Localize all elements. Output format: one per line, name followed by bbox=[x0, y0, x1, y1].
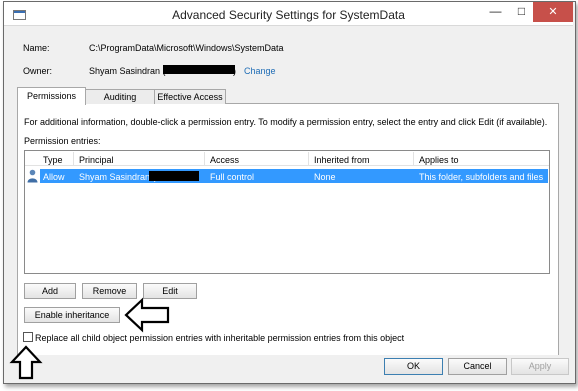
cancel-button[interactable]: Cancel bbox=[448, 358, 507, 375]
column-divider[interactable] bbox=[73, 152, 74, 165]
row-inherited-from: None bbox=[314, 172, 336, 182]
row-type: Allow bbox=[43, 172, 65, 182]
tab-effective-access[interactable]: Effective Access bbox=[154, 89, 226, 104]
column-inherited-from[interactable]: Inherited from bbox=[314, 155, 370, 165]
row-principal: Shyam Sasindran ( bbox=[79, 172, 156, 182]
close-button[interactable]: ✕ bbox=[533, 2, 573, 22]
name-value: C:\ProgramData\Microsoft\Windows\SystemD… bbox=[89, 43, 284, 53]
column-principal[interactable]: Principal bbox=[79, 155, 114, 165]
column-divider[interactable] bbox=[204, 152, 205, 165]
tab-permissions[interactable]: Permissions bbox=[17, 87, 86, 105]
user-icon bbox=[27, 169, 38, 183]
row-applies-to: This folder, subfolders and files bbox=[419, 172, 544, 182]
restore-button[interactable]: □ bbox=[508, 2, 535, 22]
add-button[interactable]: Add bbox=[24, 283, 76, 299]
enable-inheritance-button[interactable]: Enable inheritance bbox=[24, 307, 120, 323]
ok-button[interactable]: OK bbox=[384, 358, 443, 375]
replace-child-permissions-label[interactable]: Replace all child object permission entr… bbox=[35, 333, 404, 343]
column-access[interactable]: Access bbox=[210, 155, 239, 165]
tab-auditing[interactable]: Auditing bbox=[85, 89, 155, 104]
column-applies-to[interactable]: Applies to bbox=[419, 155, 459, 165]
column-type[interactable]: Type bbox=[43, 155, 63, 165]
title-bar[interactable]: Advanced Security Settings for SystemDat… bbox=[4, 2, 573, 25]
column-divider[interactable] bbox=[308, 152, 309, 165]
owner-value: Shyam Sasindran ( bbox=[89, 66, 166, 76]
name-label: Name: bbox=[23, 43, 50, 53]
apply-button[interactable]: Apply bbox=[511, 358, 569, 375]
change-owner-link[interactable]: Change bbox=[244, 66, 276, 76]
permission-entries-label: Permission entries: bbox=[24, 136, 101, 146]
owner-redaction bbox=[163, 65, 235, 74]
owner-label: Owner: bbox=[23, 66, 53, 76]
arrow-left-annotation-icon bbox=[124, 297, 170, 333]
arrow-up-annotation-icon bbox=[9, 345, 43, 380]
minimize-button[interactable]: — bbox=[482, 2, 509, 22]
row-access: Full control bbox=[210, 172, 255, 182]
title-separator bbox=[4, 25, 573, 26]
replace-child-permissions-checkbox[interactable] bbox=[23, 332, 33, 342]
owner-suffix: ) bbox=[233, 66, 236, 76]
column-divider[interactable] bbox=[413, 152, 414, 165]
info-text: For additional information, double-click… bbox=[24, 117, 548, 127]
principal-redaction bbox=[149, 171, 199, 181]
